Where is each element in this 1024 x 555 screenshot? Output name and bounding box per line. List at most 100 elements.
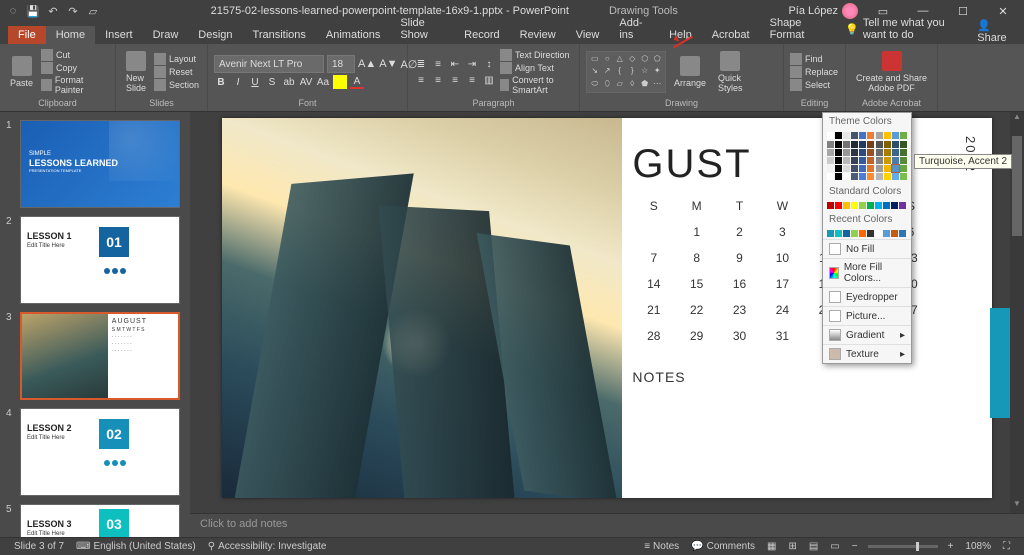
highlight-button[interactable] bbox=[333, 75, 347, 89]
color-swatch[interactable] bbox=[851, 132, 858, 139]
eyedropper-item[interactable]: Eyedropper bbox=[823, 287, 911, 306]
color-swatch[interactable] bbox=[843, 173, 850, 180]
color-swatch[interactable] bbox=[867, 230, 874, 237]
share-button[interactable]: 👤 Share bbox=[977, 19, 1024, 44]
color-swatch[interactable] bbox=[899, 230, 906, 237]
thumbnail-2[interactable]: LESSON 1Edit Title Here 01 bbox=[20, 216, 180, 304]
color-swatch[interactable] bbox=[867, 141, 874, 148]
color-swatch[interactable] bbox=[900, 157, 907, 164]
copy-button[interactable]: Copy bbox=[41, 62, 109, 74]
tab-design[interactable]: Design bbox=[188, 26, 242, 44]
notes-pane[interactable]: Click to add notes bbox=[190, 513, 1024, 537]
line-spacing-button[interactable]: ↕ bbox=[482, 57, 496, 71]
cut-button[interactable]: Cut bbox=[41, 49, 109, 61]
case-button[interactable]: Aa bbox=[316, 75, 330, 89]
color-swatch[interactable] bbox=[827, 165, 834, 172]
color-swatch[interactable] bbox=[851, 149, 858, 156]
texture-item[interactable]: Texture▸ bbox=[823, 344, 911, 363]
indent-dec-button[interactable]: ⇤ bbox=[448, 57, 462, 71]
numbering-button[interactable]: ≡ bbox=[431, 57, 445, 71]
zoom-in-button[interactable]: + bbox=[942, 541, 960, 552]
fit-window-button[interactable]: ⛶ bbox=[997, 541, 1016, 552]
thumbnail-5[interactable]: LESSON 3Edit Title Here 03 bbox=[20, 504, 180, 537]
color-swatch[interactable] bbox=[884, 165, 891, 172]
tab-transitions[interactable]: Transitions bbox=[243, 26, 316, 44]
new-slide-button[interactable]: New Slide bbox=[122, 49, 150, 95]
redo-icon[interactable]: ↷ bbox=[66, 4, 80, 18]
comments-toggle[interactable]: 💬 Comments bbox=[685, 541, 761, 552]
color-swatch[interactable] bbox=[892, 173, 899, 180]
color-swatch[interactable] bbox=[835, 165, 842, 172]
color-swatch[interactable] bbox=[859, 165, 866, 172]
color-swatch[interactable] bbox=[883, 230, 890, 237]
color-swatch[interactable] bbox=[892, 165, 899, 172]
color-swatch[interactable] bbox=[835, 202, 842, 209]
color-swatch[interactable] bbox=[827, 230, 834, 237]
color-swatch[interactable] bbox=[867, 173, 874, 180]
bullets-button[interactable]: ≣ bbox=[414, 57, 428, 71]
color-swatch[interactable] bbox=[827, 149, 834, 156]
tab-view[interactable]: View bbox=[566, 26, 610, 44]
color-swatch[interactable] bbox=[867, 132, 874, 139]
tab-animations[interactable]: Animations bbox=[316, 26, 390, 44]
view-reading-icon[interactable]: ▤ bbox=[803, 541, 824, 552]
close-button[interactable]: ✕ bbox=[988, 5, 1018, 18]
color-swatch[interactable] bbox=[892, 132, 899, 139]
color-swatch[interactable] bbox=[900, 165, 907, 172]
italic-button[interactable]: I bbox=[231, 75, 245, 89]
color-swatch[interactable] bbox=[892, 141, 899, 148]
color-swatch[interactable] bbox=[892, 149, 899, 156]
color-swatch[interactable] bbox=[827, 173, 834, 180]
color-swatch[interactable] bbox=[859, 157, 866, 164]
color-swatch[interactable] bbox=[843, 149, 850, 156]
color-swatch[interactable] bbox=[884, 157, 891, 164]
color-swatch[interactable] bbox=[851, 165, 858, 172]
view-normal-icon[interactable]: ▦ bbox=[761, 541, 782, 552]
notes-toggle[interactable]: ≡ Notes bbox=[638, 541, 685, 552]
slide-counter[interactable]: Slide 3 of 7 bbox=[8, 541, 70, 552]
color-swatch[interactable] bbox=[835, 141, 842, 148]
format-painter-button[interactable]: Format Painter bbox=[41, 75, 109, 95]
color-swatch[interactable] bbox=[876, 157, 883, 164]
color-swatch[interactable] bbox=[835, 157, 842, 164]
tab-slideshow[interactable]: Slide Show bbox=[390, 14, 454, 44]
align-left-button[interactable]: ≡ bbox=[414, 73, 428, 87]
columns-button[interactable]: ▥ bbox=[482, 73, 496, 87]
arrange-button[interactable]: Arrange bbox=[670, 54, 710, 90]
tab-insert[interactable]: Insert bbox=[95, 26, 143, 44]
color-swatch[interactable] bbox=[843, 132, 850, 139]
save-icon[interactable]: 💾 bbox=[26, 4, 40, 18]
select-button[interactable]: Select bbox=[790, 79, 838, 91]
align-right-button[interactable]: ≡ bbox=[448, 73, 462, 87]
color-swatch[interactable] bbox=[867, 202, 874, 209]
tab-review[interactable]: Review bbox=[510, 26, 566, 44]
tab-record[interactable]: Record bbox=[454, 26, 509, 44]
spacing-button[interactable]: AV bbox=[299, 75, 313, 89]
color-swatch[interactable] bbox=[851, 157, 858, 164]
color-swatch[interactable] bbox=[859, 202, 866, 209]
color-swatch[interactable] bbox=[851, 202, 858, 209]
thumbnail-3[interactable]: AUGUSTS M T W T F S· · · · · · ·· · · · … bbox=[20, 312, 180, 400]
color-swatch[interactable] bbox=[859, 173, 866, 180]
color-swatch[interactable] bbox=[859, 230, 866, 237]
text-direction-button[interactable]: Text Direction bbox=[500, 49, 573, 61]
view-sorter-icon[interactable]: ⊞ bbox=[782, 541, 802, 552]
start-slideshow-icon[interactable]: ▱ bbox=[86, 4, 100, 18]
color-swatch[interactable] bbox=[899, 202, 906, 209]
color-swatch[interactable] bbox=[859, 149, 866, 156]
indent-inc-button[interactable]: ⇥ bbox=[465, 57, 479, 71]
tab-shape-format[interactable]: Shape Format bbox=[760, 14, 836, 44]
accessibility-button[interactable]: ⚲ Accessibility: Investigate bbox=[202, 541, 333, 552]
color-swatch[interactable] bbox=[835, 173, 842, 180]
notes-heading[interactable]: NOTES bbox=[622, 369, 962, 385]
color-swatch[interactable] bbox=[884, 173, 891, 180]
color-swatch[interactable] bbox=[876, 132, 883, 139]
gradient-item[interactable]: Gradient▸ bbox=[823, 325, 911, 344]
font-family-combo[interactable]: Avenir Next LT Pro bbox=[214, 55, 324, 73]
zoom-out-button[interactable]: − bbox=[846, 541, 864, 552]
no-fill-item[interactable]: No Fill bbox=[823, 239, 911, 258]
zoom-slider[interactable] bbox=[868, 545, 938, 548]
tab-addins[interactable]: Add-ins bbox=[609, 14, 659, 44]
color-swatch[interactable] bbox=[900, 173, 907, 180]
shapes-gallery[interactable]: ▭○△◇⬡⬠ ↘↗{}☆✦ ⬭⬯▱◊⬟⋯ bbox=[586, 51, 666, 93]
